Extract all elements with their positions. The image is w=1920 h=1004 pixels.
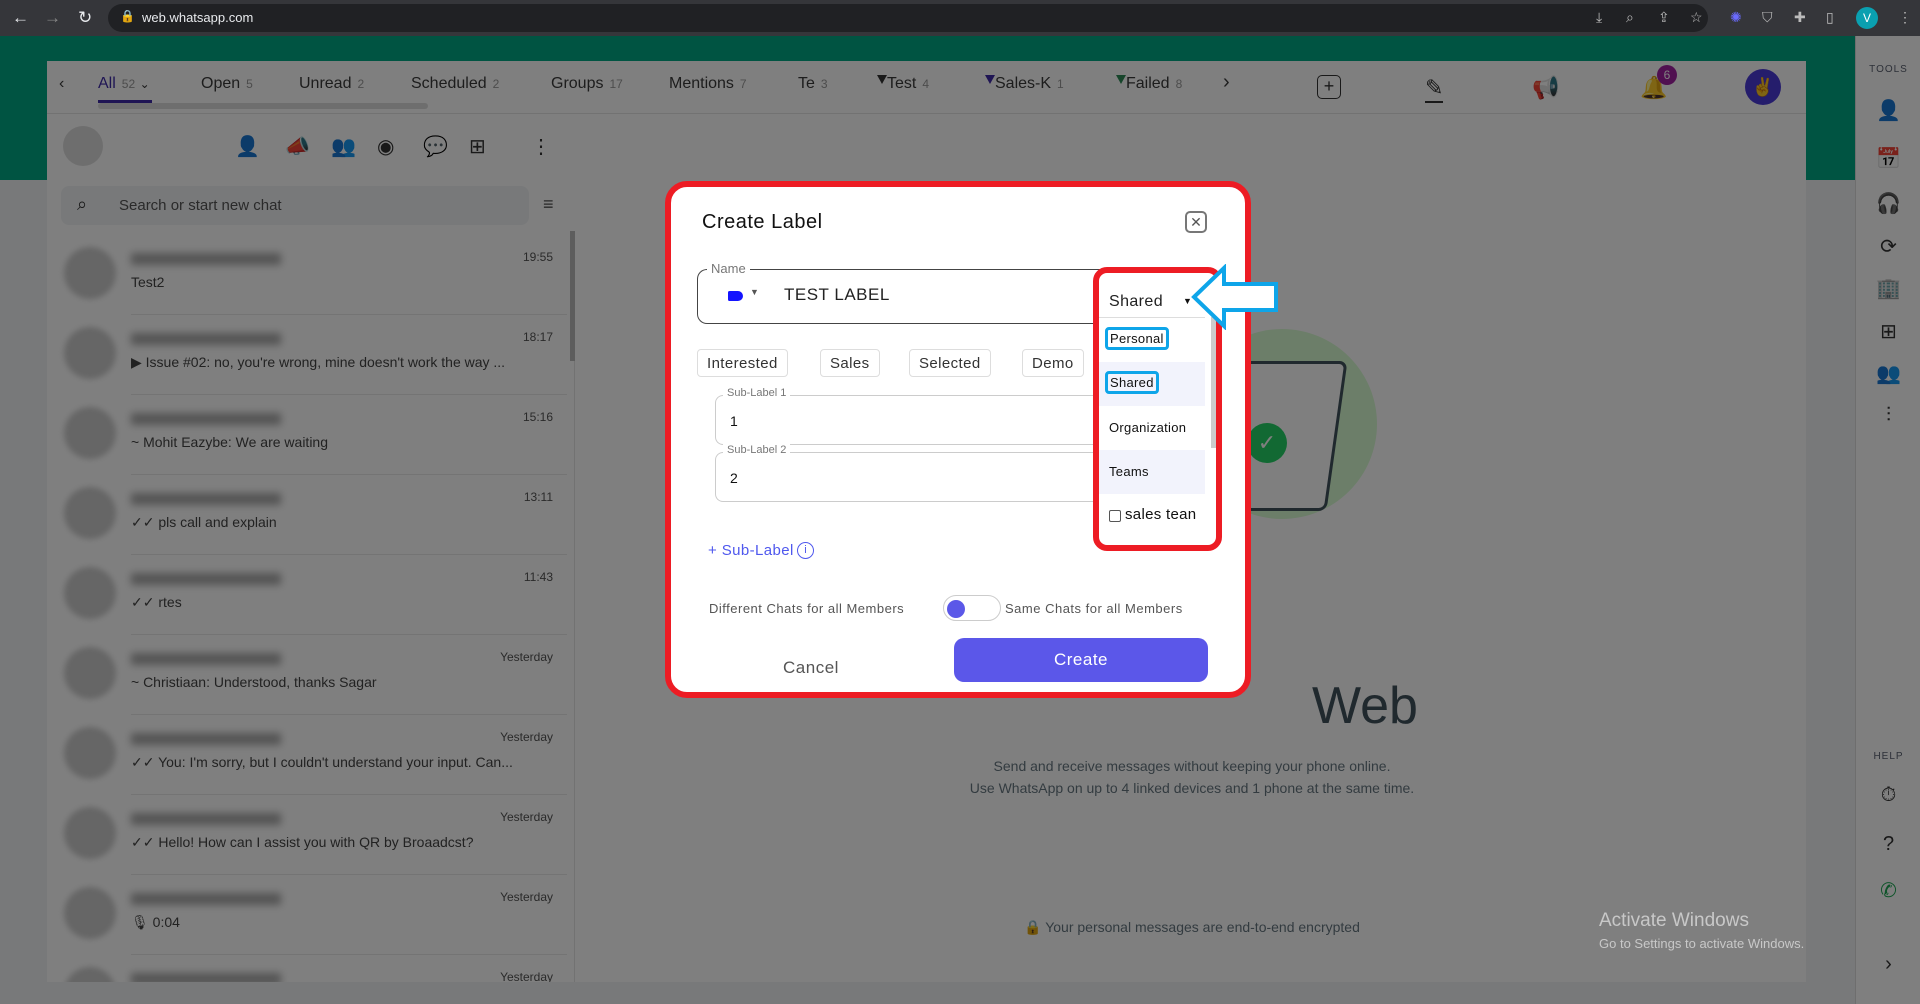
activate-windows-title: Activate Windows [1599, 910, 1749, 931]
label-color-tag-icon[interactable] [728, 291, 743, 301]
close-icon[interactable]: ✕ [1185, 211, 1207, 233]
sub-label-1-label: Sub-Label 1 [723, 387, 791, 399]
visibility-selected[interactable]: Shared [1109, 293, 1163, 311]
sub-label-2-input[interactable]: 2 [715, 452, 1115, 502]
lock-icon: 🔒 [120, 9, 135, 23]
address-bar[interactable]: 🔒 web.whatsapp.com [108, 4, 1708, 32]
sidepanel-icon[interactable]: ▯ [1826, 9, 1834, 26]
option-teams[interactable]: Teams [1099, 450, 1205, 494]
chip-sales[interactable]: Sales [820, 349, 880, 377]
forward-icon[interactable]: → [44, 8, 61, 28]
cancel-button[interactable]: Cancel [756, 648, 866, 688]
visibility-options: Personal Shared Organization Teams sales… [1099, 317, 1205, 538]
star-icon[interactable]: ☆ [1690, 9, 1703, 26]
color-caret-icon[interactable]: ▼ [750, 287, 759, 297]
dialog-title: Create Label [702, 211, 823, 233]
extension-icon[interactable]: ✺ [1730, 9, 1742, 26]
toggle-left-label: Different Chats for all Members [709, 601, 905, 616]
back-icon[interactable]: ← [12, 8, 29, 28]
url-text: web.whatsapp.com [142, 10, 254, 25]
chip-selected[interactable]: Selected [909, 349, 991, 377]
option-shared[interactable]: Shared [1099, 362, 1205, 406]
chat-mode-toggle[interactable] [943, 595, 1001, 621]
option-organization[interactable]: Organization [1099, 406, 1205, 450]
reload-icon[interactable]: ↻ [78, 8, 92, 28]
sub-label-2-value: 2 [730, 470, 738, 486]
browser-bar: ← → ↻ 🔒 web.whatsapp.com ⤓ ⌕ ⇪ ☆ ✺ ⛉ ✚ ▯… [0, 0, 1920, 36]
team-checkbox[interactable] [1109, 510, 1121, 522]
label-name-value: TEST LABEL [784, 285, 890, 304]
install-icon[interactable]: ⤓ [1596, 9, 1602, 26]
zoom-icon[interactable]: ⌕ [1626, 9, 1634, 26]
chip-interested[interactable]: Interested [697, 349, 788, 377]
name-field-label: Name [707, 261, 750, 276]
sub-label-1-input[interactable]: 1 [715, 395, 1115, 445]
windows-watermark: Activate Windows Go to Settings to activ… [1599, 910, 1804, 951]
menu-icon[interactable]: ⋮ [1898, 9, 1912, 26]
profile-avatar[interactable]: V [1856, 7, 1878, 29]
share-icon[interactable]: ⇪ [1658, 9, 1670, 26]
add-sub-label-button[interactable]: + Sub-Label [708, 542, 794, 559]
sub-label-2-label: Sub-Label 2 [723, 444, 791, 456]
team-option[interactable]: sales tean [1099, 494, 1205, 538]
label-name-input[interactable]: ▼ TEST LABEL [697, 269, 1117, 324]
puzzle-icon[interactable]: ✚ [1794, 9, 1806, 26]
create-button[interactable]: Create [954, 638, 1208, 682]
info-icon[interactable]: i [797, 542, 814, 559]
shield-extension-icon[interactable]: ⛉ [1762, 9, 1773, 26]
sub-label-1-value: 1 [730, 413, 738, 429]
chip-demo[interactable]: Demo [1022, 349, 1084, 377]
toggle-knob [947, 600, 965, 618]
toggle-right-label: Same Chats for all Members [1005, 601, 1183, 616]
dropdown-scrollbar[interactable] [1211, 317, 1216, 448]
annotation-arrow-icon [1191, 264, 1278, 330]
activate-windows-subtitle: Go to Settings to activate Windows. [1599, 936, 1805, 951]
